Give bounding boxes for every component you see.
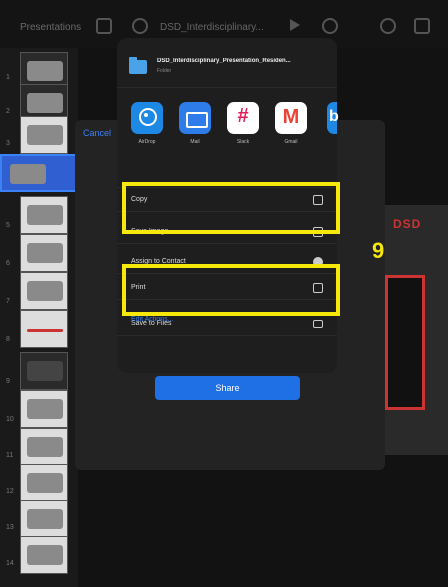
slide-thumbnail[interactable] [20,390,68,428]
slide-number: 2 [6,108,10,115]
slide-number: 8 [6,336,10,343]
app-title[interactable]: Presentations [20,22,81,33]
slide-number: 11 [6,452,14,459]
slide-preview: DSD [385,205,448,455]
share-app-label: Mail [190,139,200,145]
play-icon[interactable] [290,19,300,31]
folder-icon [313,320,323,328]
account-icon[interactable] [380,18,396,34]
airdrop-icon [131,102,163,134]
share-app-more[interactable] [327,102,339,134]
share-app-label: Slack [236,139,250,145]
slide-thumbnail[interactable] [20,234,68,272]
history-icon[interactable] [132,18,148,34]
shared-file-type: Folder [157,68,172,74]
share-app-gmail[interactable]: Gmail [271,102,311,145]
slide-image-frame [385,275,425,410]
more-icon[interactable] [414,18,430,34]
mail-icon [179,102,211,134]
cancel-button[interactable]: Cancel [83,128,111,138]
share-app-label: AirDrop [138,139,156,145]
collaborate-icon[interactable] [322,18,338,34]
slide-thumbnail[interactable] [20,428,68,466]
slide-thumbnail[interactable] [20,196,68,234]
app-icon [327,102,339,134]
slide-thumbnail[interactable] [20,464,68,502]
save-image-highlight [122,182,340,234]
share-sheet-header: DSD_Interdisciplinary_Presentation_Resid… [117,38,337,88]
slide-thumbnail-selected[interactable] [0,154,78,192]
share-apps-row: AirDrop Mail Slack Gmail [117,88,339,188]
share-app-slack[interactable]: Slack [223,102,263,145]
slack-icon [227,102,259,134]
share-button[interactable]: Share [155,376,300,400]
gmail-icon [275,102,307,134]
slide-number: 9 [6,378,10,385]
slide-brand-text: DSD [393,217,422,231]
slide-navigator: 1 2 3 5 6 7 8 9 10 11 12 13 14 [0,48,78,587]
folder-icon [129,57,147,74]
slide-number: 1 [6,74,10,81]
slide-thumbnail[interactable] [20,536,68,574]
edit-actions-link[interactable]: Edit Actions... [131,316,173,323]
slide-number: 7 [6,298,10,305]
slide-number: 12 [6,488,14,495]
slide-number: 13 [6,524,14,531]
document-title[interactable]: DSD_Interdisciplinary... [160,22,280,33]
save-to-files-highlight [122,264,340,316]
slide-number: 6 [6,260,10,267]
slide-number: 3 [6,140,10,147]
slide-number: 5 [6,222,10,229]
share-app-mail[interactable]: Mail [175,102,215,145]
slide-thumbnail[interactable] [20,116,68,154]
slide-number: 10 [6,416,14,423]
slide-thumbnail[interactable] [20,272,68,310]
shared-file-title: DSD_Interdisciplinary_Presentation_Resid… [157,58,291,64]
slide-number: 14 [6,560,14,567]
step-number: 9 [372,238,385,263]
sidebar-toggle-icon[interactable] [96,18,112,34]
share-app-airdrop[interactable]: AirDrop [127,102,167,145]
share-app-label: Gmail [284,139,298,145]
slide-thumbnail[interactable] [20,310,68,348]
slide-thumbnail[interactable] [20,500,68,538]
slide-thumbnail[interactable] [20,352,68,390]
